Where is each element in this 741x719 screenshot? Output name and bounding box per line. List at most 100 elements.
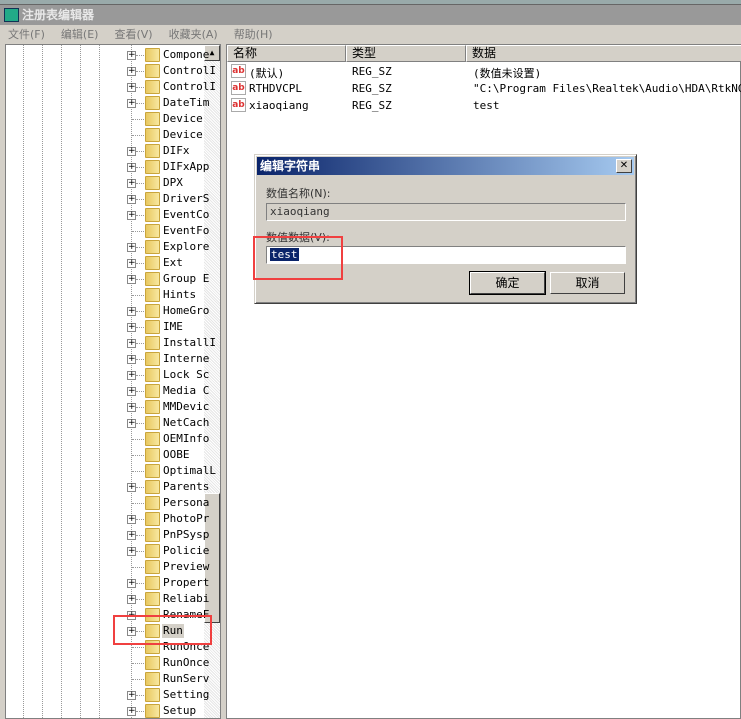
- tree-item[interactable]: + Ext: [6, 255, 206, 271]
- tree-item[interactable]: + DateTim: [6, 95, 209, 111]
- tree-item[interactable]: + Setting: [6, 687, 209, 703]
- menu-item-4[interactable]: 帮助(H): [226, 25, 281, 44]
- ok-button[interactable]: 确定: [469, 271, 546, 295]
- expand-icon[interactable]: +: [127, 323, 136, 332]
- tree-item[interactable]: + Interne: [6, 351, 209, 367]
- expand-icon[interactable]: +: [127, 419, 136, 428]
- tree-item[interactable]: + Setup: [6, 703, 206, 718]
- folder-icon: [145, 240, 160, 254]
- tree-item[interactable]: + Parents: [6, 479, 209, 495]
- tree-item[interactable]: OOBE: [6, 447, 206, 463]
- tree-item[interactable]: + EventCo: [6, 207, 209, 223]
- expand-icon[interactable]: +: [127, 307, 136, 316]
- expand-icon[interactable]: +: [127, 403, 136, 412]
- value-type: REG_SZ: [352, 82, 392, 95]
- folder-icon: [145, 304, 160, 318]
- tree-item-label: HomeGro: [163, 304, 210, 317]
- menu-item-1[interactable]: 编辑(E): [53, 25, 107, 44]
- expand-icon[interactable]: +: [127, 259, 136, 268]
- tree-item[interactable]: + ControlI: [6, 79, 216, 95]
- folder-icon: [145, 528, 160, 542]
- folder-icon: [145, 544, 160, 558]
- tree-item[interactable]: + ControlI: [6, 63, 216, 79]
- tree-item[interactable]: + PnPSysp: [6, 527, 209, 543]
- column-header-data[interactable]: 数据: [466, 45, 741, 62]
- expand-icon[interactable]: +: [127, 195, 136, 204]
- tree-item[interactable]: + InstallI: [6, 335, 216, 351]
- tree-item[interactable]: + HomeGro: [6, 303, 209, 319]
- expand-icon[interactable]: +: [127, 339, 136, 348]
- menu-item-3[interactable]: 收藏夹(A): [161, 25, 226, 44]
- tree-item[interactable]: OptimalL: [6, 463, 216, 479]
- expand-icon[interactable]: +: [127, 51, 136, 60]
- tree-item[interactable]: + Compone: [6, 47, 209, 63]
- expand-icon[interactable]: +: [127, 515, 136, 524]
- expand-icon[interactable]: +: [127, 275, 136, 284]
- tree-item[interactable]: + MMDevic: [6, 399, 209, 415]
- expand-icon[interactable]: +: [127, 707, 136, 716]
- tree-item[interactable]: + Reliabi: [6, 591, 209, 607]
- tree-item[interactable]: + DIFxApp: [6, 159, 209, 175]
- expand-icon[interactable]: +: [127, 67, 136, 76]
- tree-item[interactable]: OEMInfo: [6, 431, 209, 447]
- tree-item[interactable]: RunServ: [6, 671, 209, 687]
- expand-icon[interactable]: +: [127, 243, 136, 252]
- column-header-type[interactable]: 类型: [346, 45, 466, 62]
- value-name: RTHDVCPL: [249, 82, 302, 95]
- tree-item[interactable]: + DPX: [6, 175, 206, 191]
- tree-item-label: RunOnce: [163, 656, 210, 669]
- tree-item[interactable]: + PhotoPr: [6, 511, 209, 527]
- close-icon[interactable]: ✕: [616, 159, 632, 173]
- tree-item[interactable]: + DriverS: [6, 191, 209, 207]
- expand-icon[interactable]: +: [127, 547, 136, 556]
- tree-item[interactable]: + IME: [6, 319, 206, 335]
- list-row[interactable]: ab xiaoqiang REG_SZ test: [227, 97, 740, 114]
- tree-item[interactable]: + NetCach: [6, 415, 209, 431]
- tree-item[interactable]: Preview: [6, 559, 209, 575]
- menu-item-2[interactable]: 查看(V): [106, 25, 160, 44]
- expand-icon[interactable]: +: [127, 211, 136, 220]
- expand-icon[interactable]: +: [127, 387, 136, 396]
- list-row[interactable]: ab (默认) REG_SZ (数值未设置): [227, 63, 740, 80]
- tree-item[interactable]: RunOnce: [6, 655, 209, 671]
- expand-icon[interactable]: +: [127, 531, 136, 540]
- expand-icon[interactable]: +: [127, 595, 136, 604]
- folder-icon: [145, 704, 160, 718]
- expand-icon[interactable]: +: [127, 83, 136, 92]
- dialog-title-bar: 编辑字符串 ✕: [257, 157, 634, 175]
- tree-item-label: Parents: [163, 480, 210, 493]
- expand-icon[interactable]: +: [127, 179, 136, 188]
- tree-item[interactable]: + Policie: [6, 543, 209, 559]
- expand-icon[interactable]: +: [127, 147, 136, 156]
- tree-item[interactable]: + Group E: [6, 271, 209, 287]
- folder-icon: [145, 576, 160, 590]
- string-value-icon: ab: [231, 64, 246, 78]
- tree-item[interactable]: Device: [6, 111, 206, 127]
- expand-icon[interactable]: +: [127, 355, 136, 364]
- expand-icon[interactable]: +: [127, 579, 136, 588]
- tree-item[interactable]: + Explore: [6, 239, 209, 255]
- column-header-name[interactable]: 名称: [227, 45, 346, 62]
- tree-item[interactable]: + DIFx: [6, 143, 206, 159]
- expand-icon[interactable]: +: [127, 691, 136, 700]
- tree-item-label: DIFx: [163, 144, 190, 157]
- tree-item[interactable]: + Propert: [6, 575, 209, 591]
- list-row[interactable]: ab RTHDVCPL REG_SZ "C:\Program Files\Realte…: [227, 80, 741, 97]
- expand-icon[interactable]: +: [127, 371, 136, 380]
- expand-icon[interactable]: +: [127, 483, 136, 492]
- value-data: test: [473, 99, 500, 112]
- tree-item[interactable]: EventFo: [6, 223, 209, 239]
- tree-item[interactable]: Device: [6, 127, 206, 143]
- tree-item-label: Device: [163, 128, 203, 141]
- expand-icon[interactable]: +: [127, 163, 136, 172]
- tree-item-label: DPX: [163, 176, 183, 189]
- menu-item-0[interactable]: 文件(F): [0, 25, 53, 44]
- values-list[interactable]: 名称 类型 数据 ab (默认) REG_SZ (数值未设置) ab RTHDVCPL RE…: [226, 44, 741, 719]
- tree-item[interactable]: Persona: [6, 495, 209, 511]
- tree-item[interactable]: Hints: [6, 287, 206, 303]
- cancel-button[interactable]: 取消: [550, 272, 625, 294]
- tree-item[interactable]: + Lock Sc: [6, 367, 209, 383]
- expand-icon[interactable]: +: [127, 99, 136, 108]
- tree-item-label: Media C: [163, 384, 210, 397]
- tree-item[interactable]: + Media C: [6, 383, 209, 399]
